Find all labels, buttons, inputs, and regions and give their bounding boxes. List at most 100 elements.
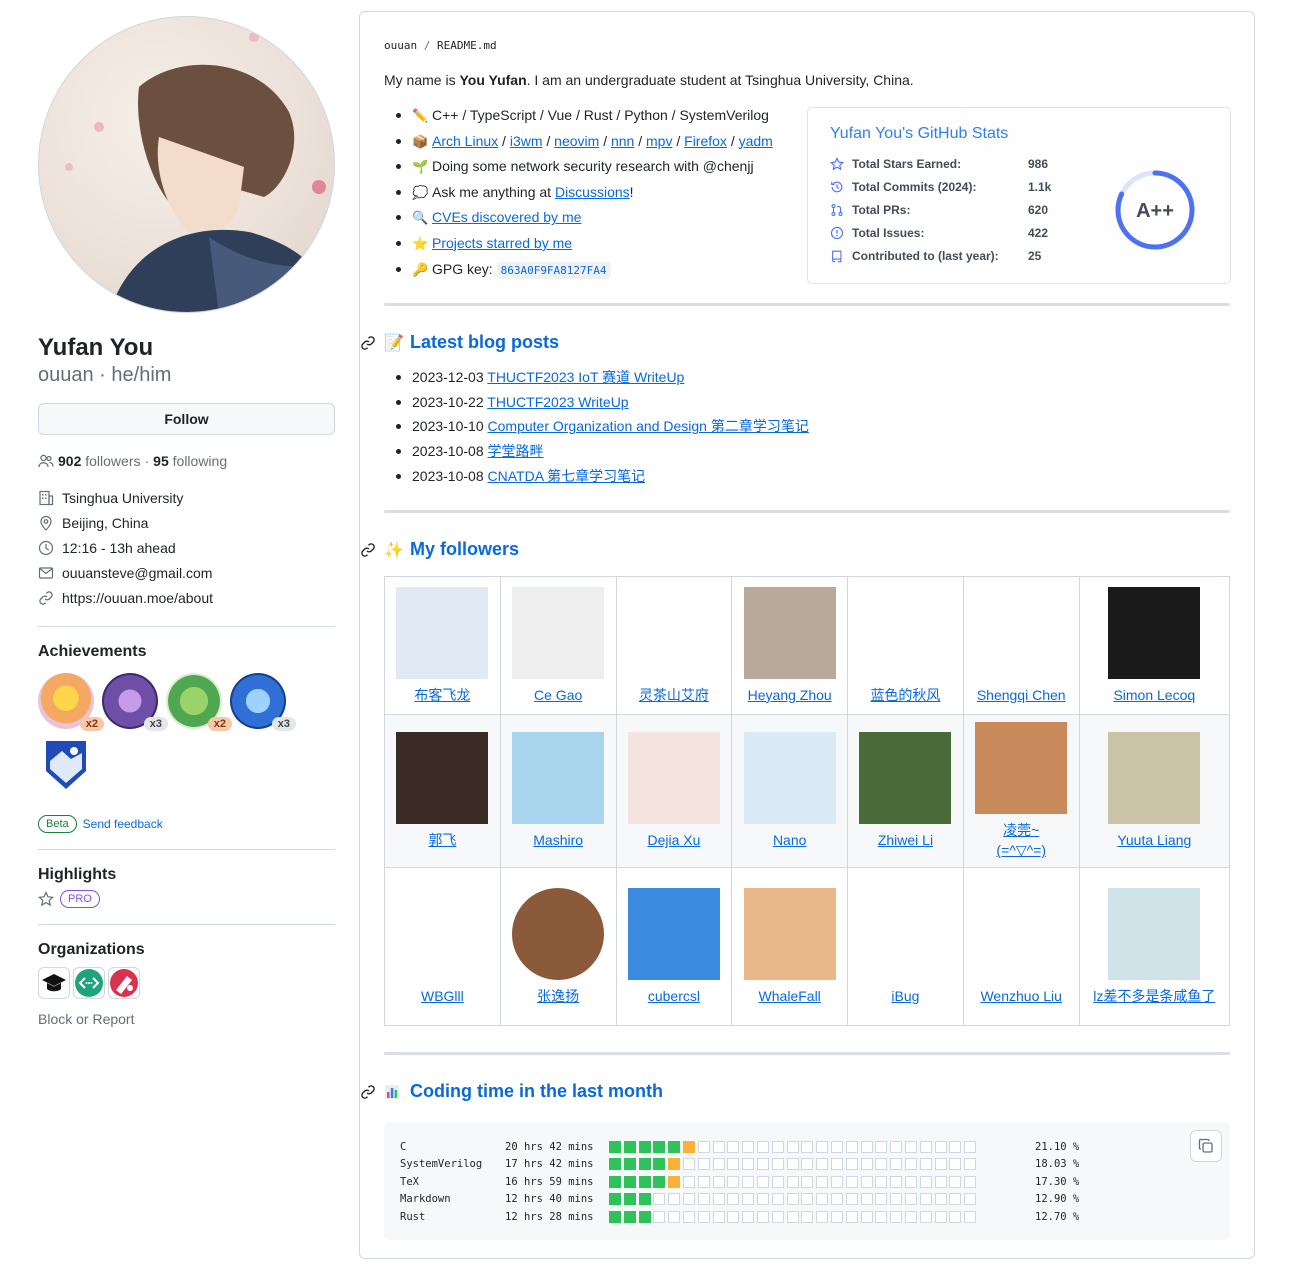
follower-name-link[interactable]: WBGlll: [389, 986, 496, 1006]
tool-link[interactable]: Firefox: [684, 133, 727, 149]
follower-name-link[interactable]: Dejia Xu: [621, 830, 728, 850]
follower-avatar[interactable]: [743, 887, 836, 980]
block-report-link[interactable]: Block or Report: [38, 1011, 335, 1027]
tool-link[interactable]: neovim: [554, 133, 599, 149]
website-item[interactable]: https://ouuan.moe/about: [38, 585, 335, 610]
follower-avatar[interactable]: [743, 586, 836, 679]
email-link[interactable]: ouuansteve@gmail.com: [62, 565, 212, 581]
follower-cell[interactable]: Dejia Xu: [615, 714, 733, 869]
blog-post-link[interactable]: CNATDA 第七章学习笔记: [488, 468, 646, 484]
blog-post-link[interactable]: THUCTF2023 IoT 赛道 WriteUp: [487, 369, 684, 385]
tool-link[interactable]: mpv: [646, 133, 672, 149]
send-feedback-link[interactable]: Send feedback: [83, 817, 163, 831]
follower-avatar[interactable]: [396, 732, 489, 825]
followers-link[interactable]: 902 followers: [58, 453, 141, 469]
blog-post-link[interactable]: Computer Organization and Design 第二章学习笔记: [488, 418, 809, 434]
anchor-link-icon[interactable]: [360, 335, 376, 351]
follower-avatar[interactable]: [859, 887, 952, 980]
follower-avatar[interactable]: [627, 732, 720, 825]
follower-avatar[interactable]: [859, 586, 952, 679]
readme-path-user[interactable]: ouuan: [384, 39, 417, 52]
anchor-link-icon[interactable]: [360, 542, 376, 558]
email-item[interactable]: ouuansteve@gmail.com: [38, 560, 335, 585]
follower-cell[interactable]: 张逸扬: [499, 867, 617, 1027]
follower-name-link[interactable]: 凌莞~ (=^▽^=): [968, 820, 1075, 860]
achievement-pull-shark[interactable]: x3: [230, 673, 296, 731]
copy-button[interactable]: [1190, 1130, 1222, 1163]
follower-name-link[interactable]: 蓝色的秋风: [852, 685, 959, 705]
follower-cell[interactable]: 凌莞~ (=^▽^=): [962, 714, 1080, 869]
follower-name-link[interactable]: Shengqi Chen: [968, 685, 1075, 705]
achievement-arctic-code-vault[interactable]: [38, 737, 94, 793]
starred-link[interactable]: Projects starred by me: [432, 235, 572, 251]
follower-cell[interactable]: 灵茶山艾府: [615, 576, 733, 716]
follower-cell[interactable]: cubercsl: [615, 867, 733, 1027]
follower-name-link[interactable]: Wenzhuo Liu: [968, 986, 1075, 1006]
follower-name-link[interactable]: Heyang Zhou: [736, 685, 843, 705]
follower-avatar[interactable]: [975, 586, 1068, 679]
org-avatar-green[interactable]: [73, 967, 105, 999]
follower-cell[interactable]: WBGlll: [384, 867, 501, 1027]
website-link[interactable]: https://ouuan.moe/about: [62, 590, 213, 606]
follower-avatar[interactable]: [512, 586, 605, 679]
follower-cell[interactable]: WhaleFall: [731, 867, 849, 1027]
follower-avatar[interactable]: [512, 732, 605, 825]
follower-cell[interactable]: 郭飞: [384, 714, 501, 869]
follower-cell[interactable]: iBug: [847, 867, 964, 1027]
follow-button[interactable]: Follow: [38, 403, 335, 435]
follower-name-link[interactable]: 布客飞龙: [389, 685, 496, 705]
follower-name-link[interactable]: 张逸扬: [505, 986, 612, 1006]
org-avatar-graduation[interactable]: [38, 967, 70, 999]
follower-name-link[interactable]: Zhiwei Li: [852, 830, 959, 850]
follower-cell[interactable]: Shengqi Chen: [962, 576, 1080, 716]
blog-post-link[interactable]: 学堂路畔: [488, 443, 544, 459]
tool-link[interactable]: i3wm: [510, 133, 543, 149]
follower-name-link[interactable]: iBug: [852, 986, 959, 1006]
follower-avatar[interactable]: [859, 732, 952, 825]
follower-cell[interactable]: 蓝色的秋风: [847, 576, 964, 716]
follower-cell[interactable]: Yuuta Liang: [1078, 714, 1231, 869]
follower-cell[interactable]: lz差不多是条咸鱼了: [1078, 867, 1231, 1027]
profile-avatar[interactable]: [38, 16, 335, 313]
follower-cell[interactable]: Heyang Zhou: [731, 576, 849, 716]
achievement-starstruck[interactable]: x2: [38, 673, 104, 731]
achievement-galaxy-brain[interactable]: x3: [102, 673, 168, 731]
follower-name-link[interactable]: Simon Lecoq: [1084, 685, 1225, 705]
follower-avatar[interactable]: [396, 586, 489, 679]
follower-cell[interactable]: Simon Lecoq: [1078, 576, 1231, 716]
tool-link[interactable]: yadm: [739, 133, 773, 149]
tool-link[interactable]: nnn: [611, 133, 634, 149]
gpg-key-link[interactable]: 863A0F9FA8127FA4: [496, 261, 611, 279]
follower-cell[interactable]: Zhiwei Li: [847, 714, 964, 869]
follower-cell[interactable]: Mashiro: [499, 714, 617, 869]
follower-name-link[interactable]: 郭飞: [389, 830, 496, 850]
blog-post-link[interactable]: THUCTF2023 WriteUp: [487, 394, 628, 410]
tool-link[interactable]: Arch Linux: [432, 133, 498, 149]
follower-cell[interactable]: Nano: [731, 714, 849, 869]
achievements-heading[interactable]: Achievements: [38, 643, 335, 661]
follower-name-link[interactable]: cubercsl: [621, 986, 728, 1006]
achievement-pair-extraordinaire[interactable]: x2: [166, 673, 232, 731]
follower-cell[interactable]: 布客飞龙: [384, 576, 501, 716]
follower-name-link[interactable]: WhaleFall: [736, 986, 843, 1006]
follower-name-link[interactable]: lz差不多是条咸鱼了: [1084, 986, 1225, 1006]
cves-link[interactable]: CVEs discovered by me: [432, 209, 581, 225]
github-stats-card[interactable]: Yufan You's GitHub Stats Total Stars Ear…: [807, 107, 1231, 284]
follower-cell[interactable]: Ce Gao: [499, 576, 617, 716]
follower-cell[interactable]: Wenzhuo Liu: [962, 867, 1080, 1027]
readme-path-file[interactable]: README.md: [437, 39, 497, 52]
follower-name-link[interactable]: Ce Gao: [505, 685, 612, 705]
follower-name-link[interactable]: Yuuta Liang: [1084, 830, 1225, 850]
follower-avatar[interactable]: [627, 586, 720, 679]
follower-avatar[interactable]: [1108, 586, 1201, 679]
follower-name-link[interactable]: Mashiro: [505, 830, 612, 850]
discussions-link[interactable]: Discussions: [555, 184, 630, 200]
org-avatar-red[interactable]: [108, 967, 140, 999]
follower-avatar[interactable]: [743, 732, 836, 825]
follower-avatar[interactable]: [627, 887, 720, 980]
follower-name-link[interactable]: Nano: [736, 830, 843, 850]
follower-avatar[interactable]: [1108, 732, 1201, 825]
following-link[interactable]: 95 following: [153, 453, 227, 469]
follower-avatar[interactable]: [975, 722, 1068, 815]
follower-name-link[interactable]: 灵茶山艾府: [621, 685, 728, 705]
